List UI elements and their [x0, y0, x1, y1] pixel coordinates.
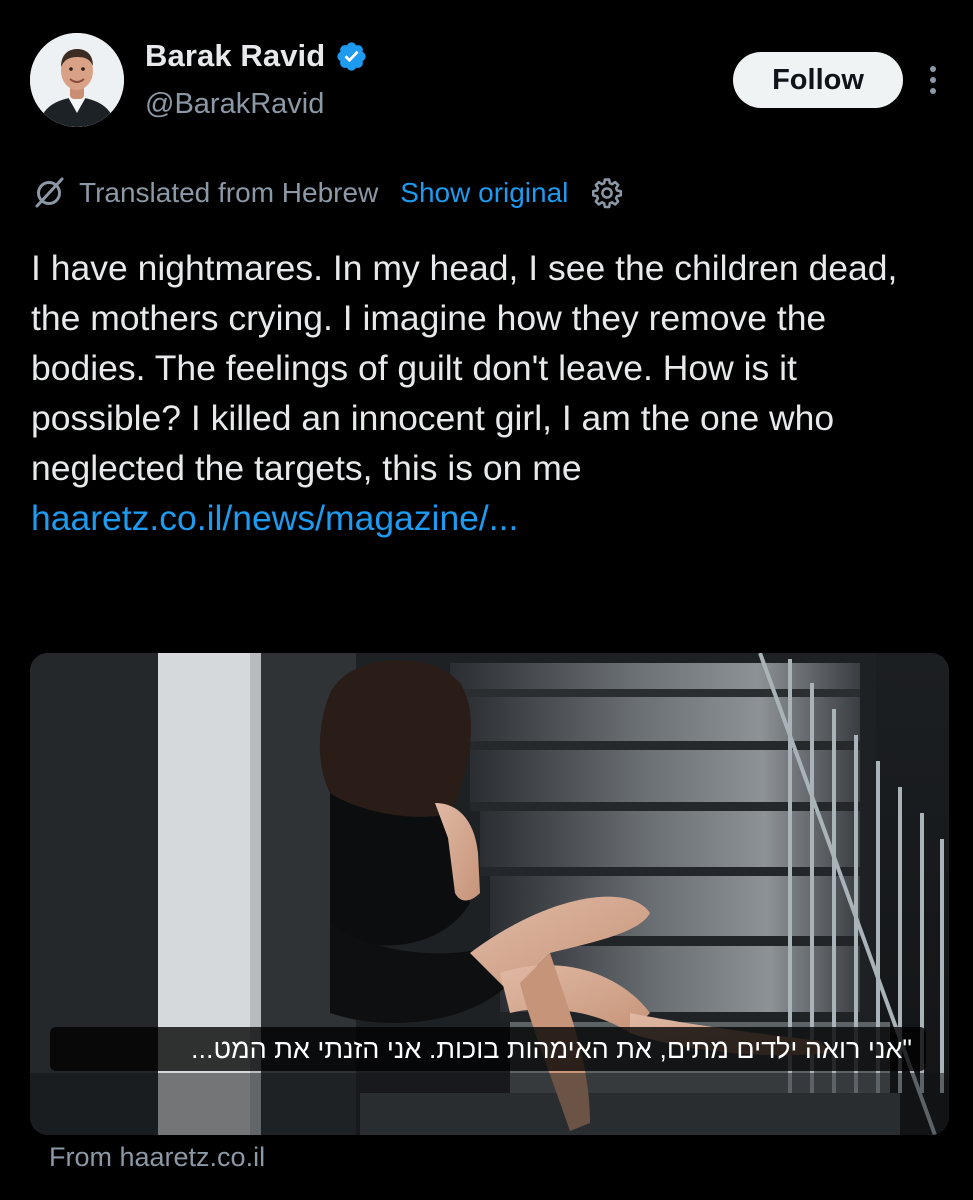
- translate-slash-icon: [35, 177, 64, 208]
- author-avatar[interactable]: [30, 33, 124, 127]
- tweet-link[interactable]: haaretz.co.il/news/magazine/...: [31, 493, 943, 543]
- show-original-link[interactable]: Show original: [400, 177, 568, 209]
- avatar-photo: [30, 33, 124, 127]
- author-handle[interactable]: @BarakRavid: [145, 88, 324, 121]
- follow-button[interactable]: Follow: [733, 52, 903, 108]
- gear-icon[interactable]: [590, 176, 624, 210]
- translation-label: Translated from Hebrew: [79, 177, 379, 208]
- translation-bar: Translated from Hebrew Show original: [31, 170, 624, 216]
- more-vertical-icon[interactable]: [922, 62, 944, 98]
- link-card[interactable]: "אני רואה ילדים מתים, את האימהות בוכות. …: [30, 653, 949, 1135]
- card-caption: "אני רואה ילדים מתים, את האימהות בוכות. …: [50, 1027, 926, 1071]
- card-source[interactable]: From haaretz.co.il: [49, 1142, 265, 1173]
- tweet-text: I have nightmares. In my head, I see the…: [31, 243, 943, 543]
- verified-badge-icon: [337, 41, 366, 71]
- author-name-row[interactable]: Barak Ravid: [145, 36, 368, 76]
- tweet-body: I have nightmares. In my head, I see the…: [31, 248, 898, 488]
- author-name[interactable]: Barak Ravid: [145, 38, 325, 74]
